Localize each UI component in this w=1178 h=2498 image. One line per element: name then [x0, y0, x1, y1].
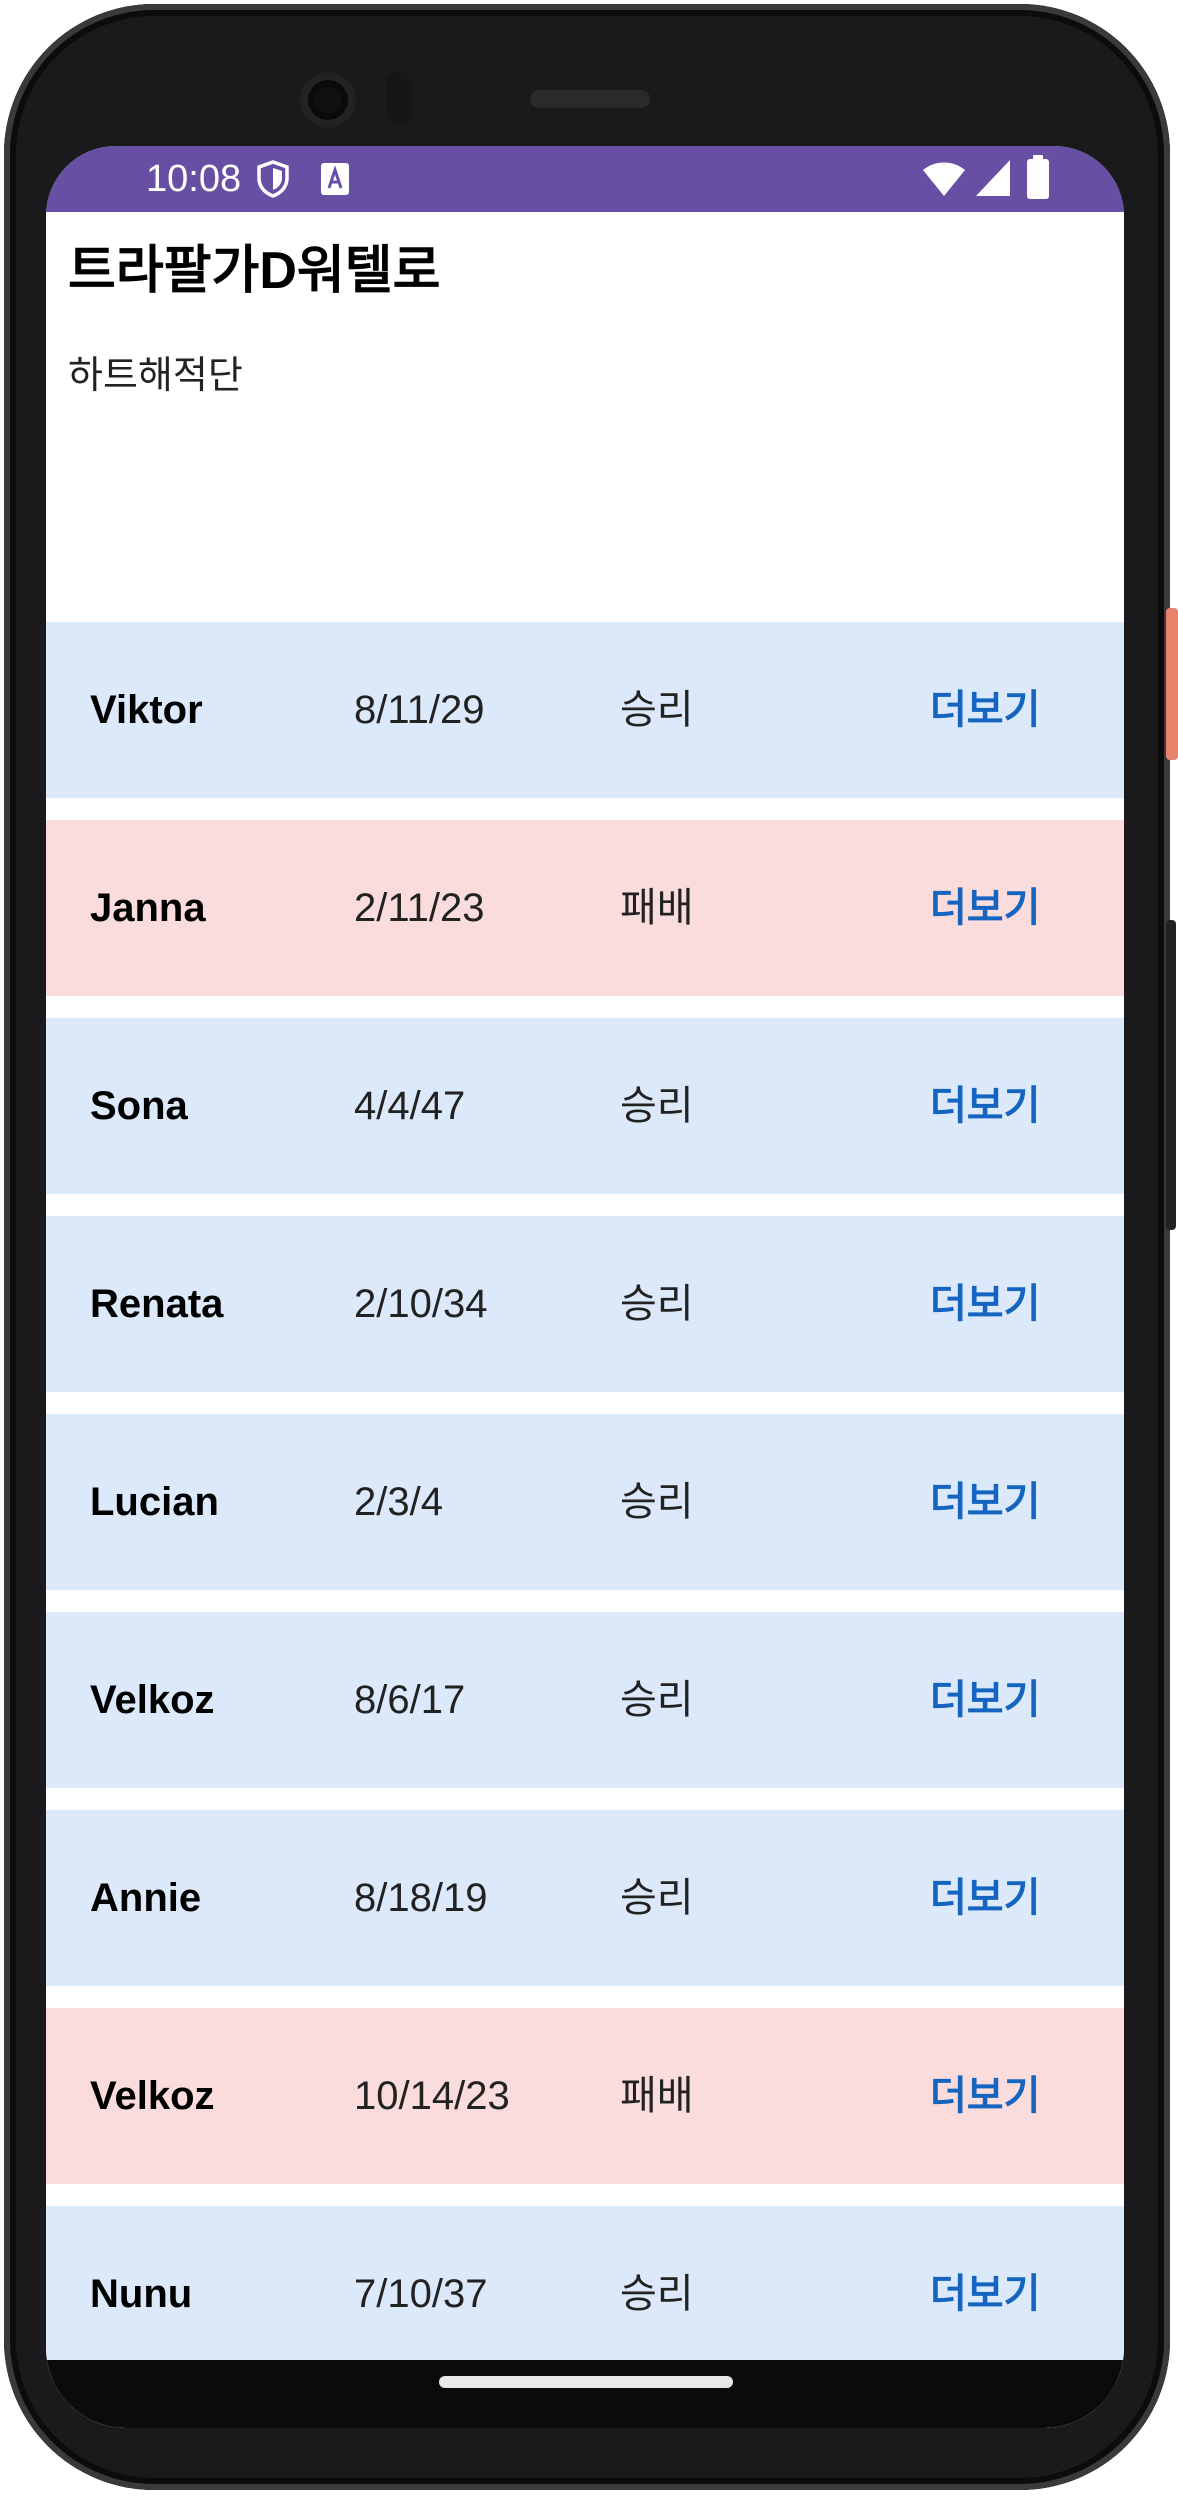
more-button[interactable]: 더보기 [930, 1414, 1040, 1590]
kda-score: 8/6/17 [354, 1678, 466, 1722]
kda-score: 7/10/37 [354, 2272, 488, 2316]
home-indicator[interactable] [439, 2376, 733, 2388]
match-result: 승리 [620, 1480, 694, 1524]
match-row: Annie 8/18/19 승리 더보기 [46, 1810, 1124, 1986]
match-row: Renata 2/10/34 승리 더보기 [46, 1216, 1124, 1392]
header: 트라팔가D워텔로 하트해적단 [46, 212, 1124, 622]
match-result: 승리 [620, 2272, 694, 2316]
match-row: Sona 4/4/47 승리 더보기 [46, 1018, 1124, 1194]
page-subtitle: 하트해적단 [68, 355, 243, 397]
champion-name: Renata [90, 1282, 224, 1326]
match-row: Nunu 7/10/37 승리 더보기 [46, 2206, 1124, 2382]
navigation-bar [46, 2360, 1124, 2428]
match-result: 패배 [620, 886, 694, 930]
match-result: 승리 [620, 1282, 694, 1326]
more-button[interactable]: 더보기 [930, 1216, 1040, 1392]
wifi-icon [923, 162, 965, 196]
status-bar: 10:08 [46, 146, 1124, 212]
match-result: 승리 [620, 1084, 694, 1128]
more-button[interactable]: 더보기 [930, 820, 1040, 996]
earpiece-speaker [530, 90, 650, 108]
power-button [1166, 608, 1178, 760]
match-row: Janna 2/11/23 패배 더보기 [46, 820, 1124, 996]
more-button[interactable]: 더보기 [930, 1810, 1040, 1986]
match-result: 승리 [620, 688, 694, 732]
champion-name: Viktor [90, 688, 203, 732]
match-row: Viktor 8/11/29 승리 더보기 [46, 622, 1124, 798]
kda-score: 2/10/34 [354, 1282, 488, 1326]
match-row: Lucian 2/3/4 승리 더보기 [46, 1414, 1124, 1590]
kda-score: 2/3/4 [354, 1480, 443, 1524]
phone-frame: 10:08 트라팔가D워텔로 하트해적단 Viktor 8/11/29 승리 더… [0, 0, 1178, 2498]
more-button[interactable]: 더보기 [930, 2206, 1040, 2382]
more-button[interactable]: 더보기 [930, 1018, 1040, 1194]
match-result: 승리 [620, 1876, 694, 1920]
battery-icon [1027, 155, 1049, 199]
match-result: 패배 [620, 2074, 694, 2118]
match-list: Viktor 8/11/29 승리 더보기 Janna 2/11/23 패배 더보기 Sona 4… [46, 622, 1124, 2428]
more-button[interactable]: 더보기 [930, 1612, 1040, 1788]
front-camera [300, 72, 356, 128]
kda-score: 8/11/29 [354, 688, 485, 732]
page-title: 트라팔가D워텔로 [68, 242, 441, 300]
match-row: Velkoz 10/14/23 패배 더보기 [46, 2008, 1124, 2184]
champion-name: Janna [90, 886, 206, 930]
volume-button [1166, 920, 1176, 1230]
champion-name: Lucian [90, 1480, 219, 1524]
champion-name: Velkoz [90, 2074, 215, 2118]
champion-name: Annie [90, 1876, 202, 1920]
proximity-sensor [386, 72, 412, 126]
signal-icon [976, 160, 1010, 196]
match-row: Velkoz 8/6/17 승리 더보기 [46, 1612, 1124, 1788]
status-time: 10:08 [146, 158, 242, 200]
shield-icon [257, 160, 289, 198]
kda-score: 2/11/23 [354, 886, 485, 930]
match-result: 승리 [620, 1678, 694, 1722]
kda-score: 8/18/19 [354, 1876, 488, 1920]
kda-score: 10/14/23 [354, 2074, 510, 2118]
keyboard-a-icon [321, 163, 349, 195]
more-button[interactable]: 더보기 [930, 2008, 1040, 2184]
champion-name: Sona [90, 1084, 188, 1128]
screen: 10:08 트라팔가D워텔로 하트해적단 Viktor 8/11/29 승리 더… [46, 146, 1124, 2428]
champion-name: Velkoz [90, 1678, 215, 1722]
kda-score: 4/4/47 [354, 1084, 466, 1128]
more-button[interactable]: 더보기 [930, 622, 1040, 798]
champion-name: Nunu [90, 2272, 193, 2316]
